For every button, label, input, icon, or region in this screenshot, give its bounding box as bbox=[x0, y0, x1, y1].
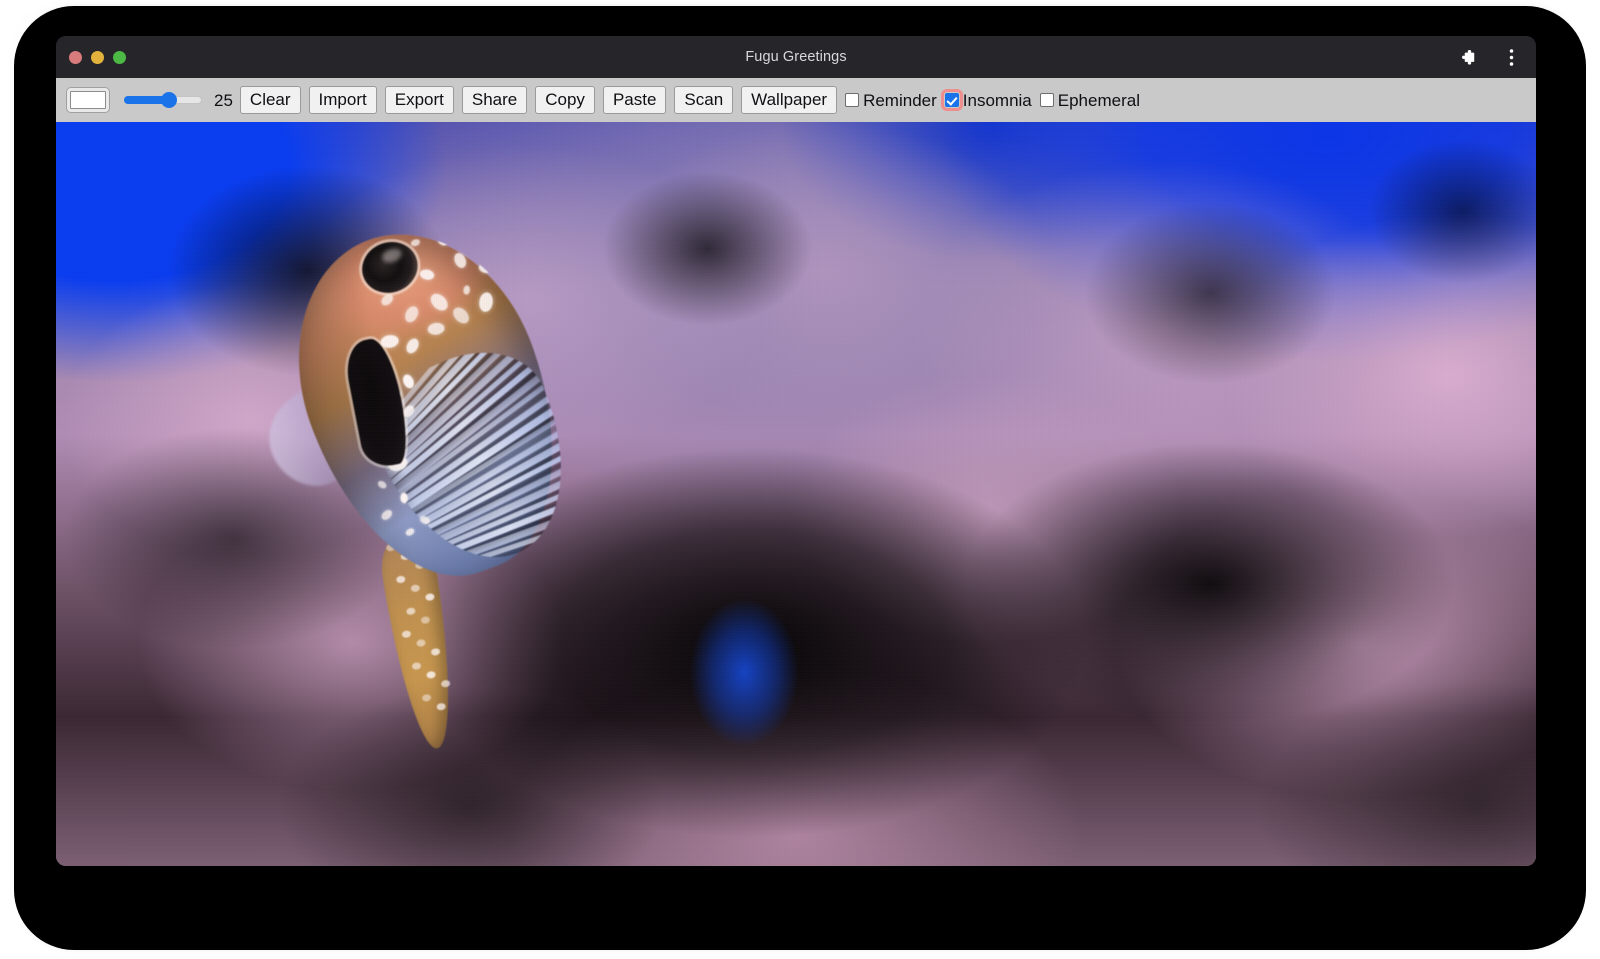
line-width-slider[interactable] bbox=[124, 89, 202, 111]
title-bar-actions bbox=[1456, 36, 1522, 78]
blue-water-patch bbox=[56, 122, 1536, 866]
slider-thumb[interactable] bbox=[161, 92, 177, 108]
copy-button[interactable]: Copy bbox=[535, 86, 595, 114]
ephemeral-checkbox-label: Ephemeral bbox=[1058, 92, 1140, 109]
export-button[interactable]: Export bbox=[385, 86, 454, 114]
color-picker-input[interactable] bbox=[66, 87, 110, 113]
slider-value-label: 25 bbox=[214, 92, 233, 109]
close-window-button[interactable] bbox=[69, 51, 82, 64]
scan-button[interactable]: Scan bbox=[674, 86, 733, 114]
extensions-icon[interactable] bbox=[1456, 46, 1478, 68]
clear-button[interactable]: Clear bbox=[240, 86, 301, 114]
photo-canvas[interactable] bbox=[56, 122, 1536, 866]
paste-button[interactable]: Paste bbox=[603, 86, 666, 114]
reminder-checkbox-label: Reminder bbox=[863, 92, 937, 109]
color-swatch bbox=[70, 91, 106, 109]
ephemeral-checkbox[interactable] bbox=[1040, 93, 1054, 107]
insomnia-checkbox-group[interactable]: Insomnia bbox=[945, 92, 1040, 109]
wallpaper-button[interactable]: Wallpaper bbox=[741, 86, 837, 114]
title-bar: Fugu Greetings bbox=[56, 36, 1536, 78]
minimize-window-button[interactable] bbox=[91, 51, 104, 64]
app-toolbar: 25 Clear Import Export Share Copy Paste … bbox=[56, 78, 1536, 122]
maximize-window-button[interactable] bbox=[113, 51, 126, 64]
traffic-light-group bbox=[69, 36, 126, 78]
insomnia-checkbox[interactable] bbox=[945, 93, 959, 107]
pufferfish-spots bbox=[263, 201, 594, 590]
reminder-checkbox-group[interactable]: Reminder bbox=[845, 92, 945, 109]
reminder-checkbox[interactable] bbox=[845, 93, 859, 107]
ephemeral-checkbox-group[interactable]: Ephemeral bbox=[1040, 92, 1148, 109]
window-title: Fugu Greetings bbox=[56, 36, 1536, 78]
share-button[interactable]: Share bbox=[462, 86, 527, 114]
more-menu-icon[interactable] bbox=[1500, 46, 1522, 68]
browser-window: Fugu Greetings bbox=[56, 36, 1536, 866]
insomnia-checkbox-label: Insomnia bbox=[963, 92, 1032, 109]
screenshot-root: Fugu Greetings bbox=[0, 0, 1600, 959]
import-button[interactable]: Import bbox=[309, 86, 377, 114]
